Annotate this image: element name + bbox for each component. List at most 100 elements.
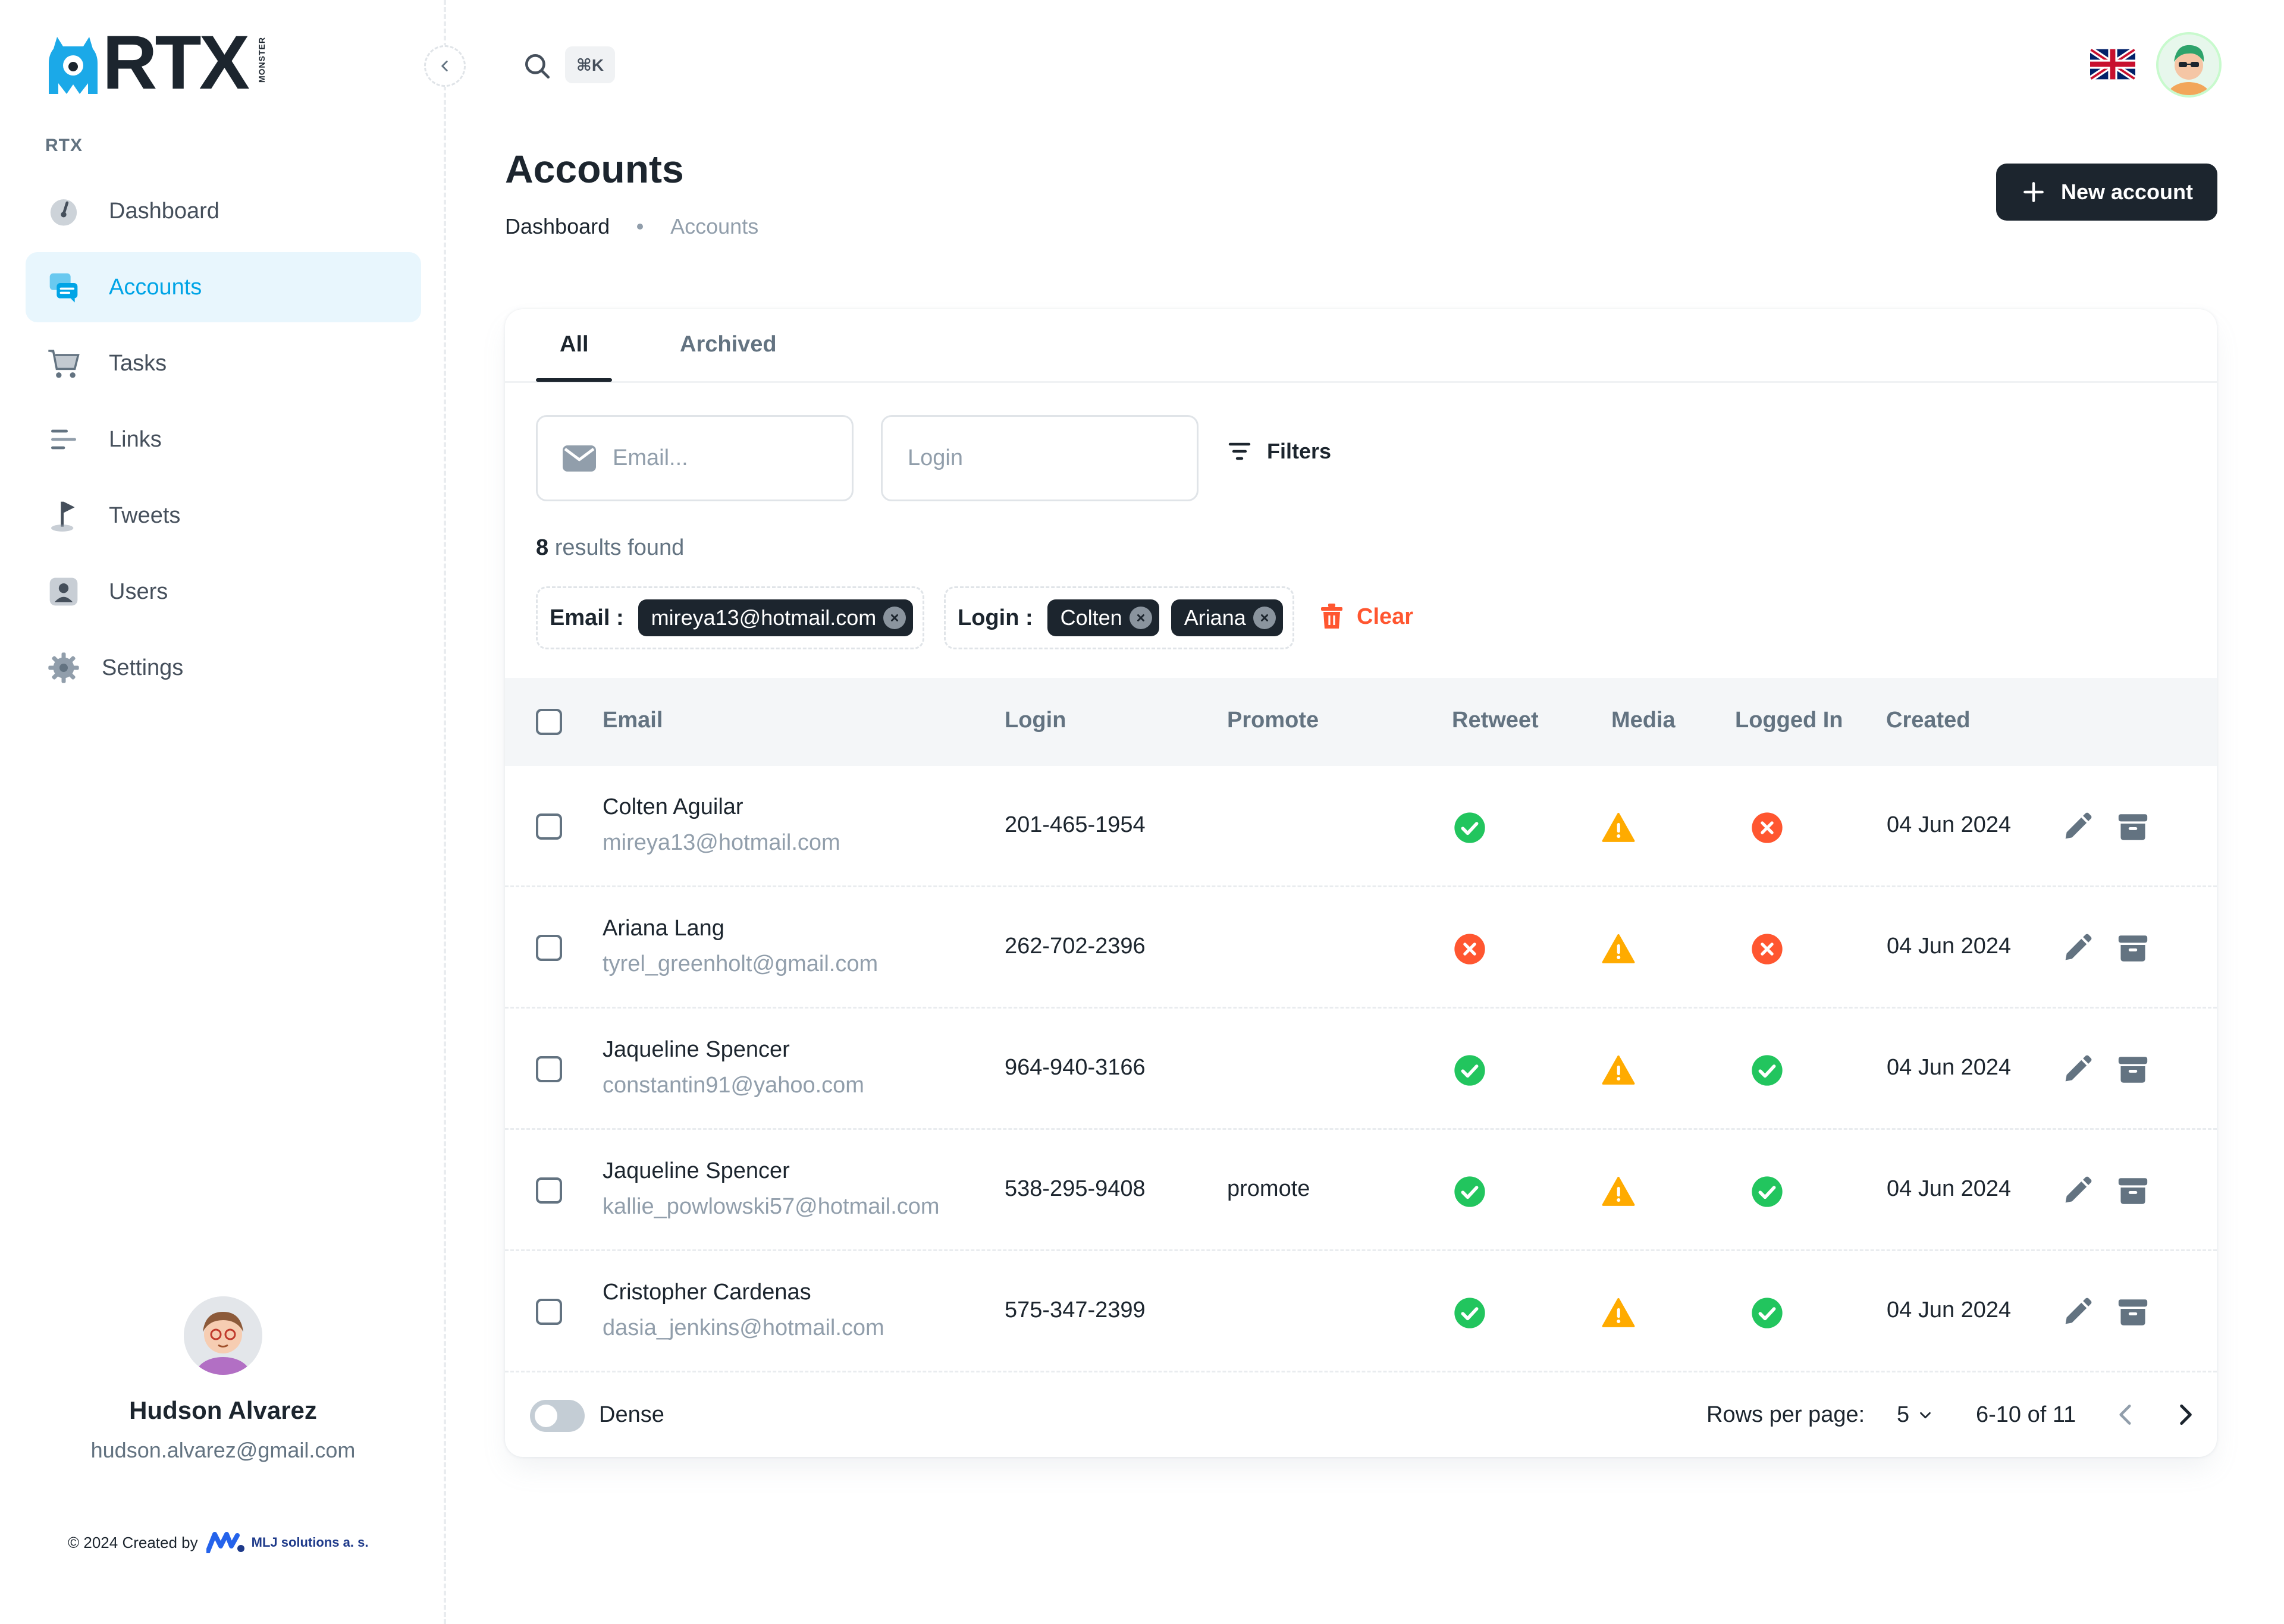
logged-in-status-check-icon — [1750, 1054, 1784, 1087]
footer-credit: © 2024 Created by MLJ solutions a. s. — [68, 1532, 368, 1553]
sidebar-item-label: Accounts — [109, 274, 202, 300]
sidebar-item-tweets[interactable]: Tweets — [26, 480, 421, 551]
account-created: 04 Jun 2024 — [1887, 934, 2012, 959]
media-status-warning-icon — [1601, 1296, 1636, 1330]
media-status-warning-icon — [1601, 1175, 1636, 1208]
login-filter-input[interactable]: Login — [881, 415, 1199, 501]
next-page-button[interactable] — [2170, 1400, 2200, 1430]
sidebar-item-label: Links — [109, 426, 162, 452]
mlj-logo-icon — [206, 1532, 244, 1553]
edit-pencil-icon[interactable] — [2060, 1174, 2094, 1208]
align-left-icon — [47, 423, 80, 456]
sidebar-item-label: Tweets — [109, 502, 181, 528]
chat-bubbles-icon — [47, 271, 80, 304]
user-icon — [47, 575, 80, 608]
uk-flag-icon — [2090, 48, 2135, 81]
table-row[interactable]: Jaqueline Spencer kallie_powlowski57@hotm… — [505, 1130, 2217, 1251]
table-row[interactable]: Ariana Lang tyrel_greenholt@gmail.com 262-… — [505, 887, 2217, 1009]
sidebar: RTX MONSTER RTX Dashboard Accounts Tasks — [0, 0, 466, 1624]
profile-email: hudson.alvarez@gmail.com — [90, 1438, 356, 1462]
accounts-card: All Archived Email... Login Filters 8 re… — [505, 309, 2217, 1457]
column-header-email[interactable]: Email — [603, 708, 663, 733]
retweet-status-check-icon — [1453, 1054, 1486, 1087]
remove-chip-button[interactable] — [1253, 607, 1276, 629]
collapse-sidebar-button[interactable] — [424, 45, 466, 87]
results-text: results found — [554, 535, 685, 560]
new-account-button[interactable]: New account — [1996, 164, 2217, 221]
remove-chip-button[interactable] — [883, 607, 906, 629]
row-checkbox[interactable] — [536, 1299, 562, 1325]
edit-pencil-icon[interactable] — [2060, 1053, 2094, 1087]
dense-toggle[interactable] — [530, 1400, 585, 1432]
edit-pencil-icon[interactable] — [2060, 1295, 2094, 1330]
logged-in-status-error-icon — [1750, 932, 1784, 966]
credit-brand[interactable]: MLJ solutions a. s. — [252, 1535, 369, 1550]
sidebar-item-label: Dashboard — [109, 198, 219, 224]
filter-chip-label: Ariana — [1184, 605, 1246, 630]
filters-button[interactable]: Filters — [1228, 439, 1331, 464]
account-login: 538-295-9408 — [1005, 1176, 1146, 1201]
sidebar-nav: Dashboard Accounts Tasks Links Tweets Us… — [26, 176, 421, 709]
edit-pencil-icon[interactable] — [2060, 810, 2094, 844]
gear-icon — [47, 651, 80, 684]
sidebar-item-users[interactable]: Users — [26, 557, 421, 627]
row-checkbox[interactable] — [536, 1056, 562, 1082]
sidebar-item-label: Users — [109, 579, 168, 604]
media-status-warning-icon — [1601, 932, 1636, 966]
account-avatar[interactable] — [2156, 32, 2222, 98]
row-checkbox[interactable] — [536, 813, 562, 840]
remove-chip-button[interactable] — [1129, 607, 1152, 629]
account-created: 04 Jun 2024 — [1887, 1298, 2012, 1323]
rows-per-page-select[interactable]: 5 — [1897, 1402, 1934, 1428]
account-login: 575-347-2399 — [1005, 1298, 1146, 1323]
column-header-promote[interactable]: Promote — [1227, 708, 1319, 733]
sidebar-item-dashboard[interactable]: Dashboard — [26, 176, 421, 246]
dashboard-gauge-icon — [47, 194, 80, 228]
trash-icon — [1321, 604, 1342, 629]
tab-all[interactable]: All — [560, 332, 589, 357]
archive-box-icon[interactable] — [2116, 1295, 2150, 1330]
row-checkbox[interactable] — [536, 1177, 562, 1204]
clear-label: Clear — [1357, 604, 1414, 629]
column-header-retweet[interactable]: Retweet — [1452, 708, 1539, 733]
sidebar-item-links[interactable]: Links — [26, 404, 421, 475]
table-row[interactable]: Cristopher Cardenas dasia_jenkins@hotmail… — [505, 1251, 2217, 1372]
table-row[interactable]: Colten Aguilar mireya13@hotmail.com 201-46… — [505, 766, 2217, 887]
previous-page-button[interactable] — [2111, 1400, 2141, 1430]
sidebar-item-settings[interactable]: Settings — [26, 633, 421, 703]
language-switcher[interactable] — [2090, 48, 2135, 81]
archive-box-icon[interactable] — [2116, 931, 2150, 966]
account-created: 04 Jun 2024 — [1887, 812, 2012, 837]
login-filter-placeholder: Login — [908, 445, 963, 470]
account-login: 201-465-1954 — [1005, 812, 1146, 837]
tab-archived[interactable]: Archived — [680, 332, 777, 357]
flag-icon — [47, 499, 80, 532]
table-row[interactable]: Jaqueline Spencer constantin91@yahoo.com 9… — [505, 1009, 2217, 1130]
select-all-checkbox[interactable] — [536, 709, 562, 735]
user-profile: Hudson Alvarez hudson.alvarez@gmail.com — [0, 1296, 446, 1463]
sidebar-item-accounts[interactable]: Accounts — [26, 252, 421, 322]
column-header-login[interactable]: Login — [1005, 708, 1066, 733]
profile-name: Hudson Alvarez — [129, 1396, 317, 1424]
account-name: Jaqueline Spencer — [603, 1037, 790, 1062]
filter-chip-label: Colten — [1060, 605, 1122, 630]
tabs: All Archived — [505, 309, 2217, 383]
sidebar-item-tasks[interactable]: Tasks — [26, 328, 421, 398]
edit-pencil-icon[interactable] — [2060, 931, 2094, 966]
archive-box-icon[interactable] — [2116, 1053, 2150, 1087]
archive-box-icon[interactable] — [2116, 810, 2150, 844]
column-header-media[interactable]: Media — [1611, 708, 1676, 733]
results-summary: 8 results found — [536, 535, 684, 561]
avatar[interactable] — [184, 1296, 262, 1375]
column-header-logged-in[interactable]: Logged In — [1735, 708, 1843, 733]
account-login: 262-702-2396 — [1005, 934, 1146, 959]
archive-box-icon[interactable] — [2116, 1174, 2150, 1208]
row-checkbox[interactable] — [536, 935, 562, 961]
brand-name: RTX — [102, 20, 250, 105]
clear-filters-button[interactable]: Clear — [1320, 604, 1413, 630]
brand-logo[interactable]: RTX MONSTER — [49, 25, 275, 101]
logged-in-status-check-icon — [1750, 1296, 1784, 1330]
breadcrumb-link-dashboard[interactable]: Dashboard — [505, 214, 610, 239]
email-filter-input[interactable]: Email... — [536, 415, 854, 501]
column-header-created[interactable]: Created — [1886, 708, 1971, 733]
